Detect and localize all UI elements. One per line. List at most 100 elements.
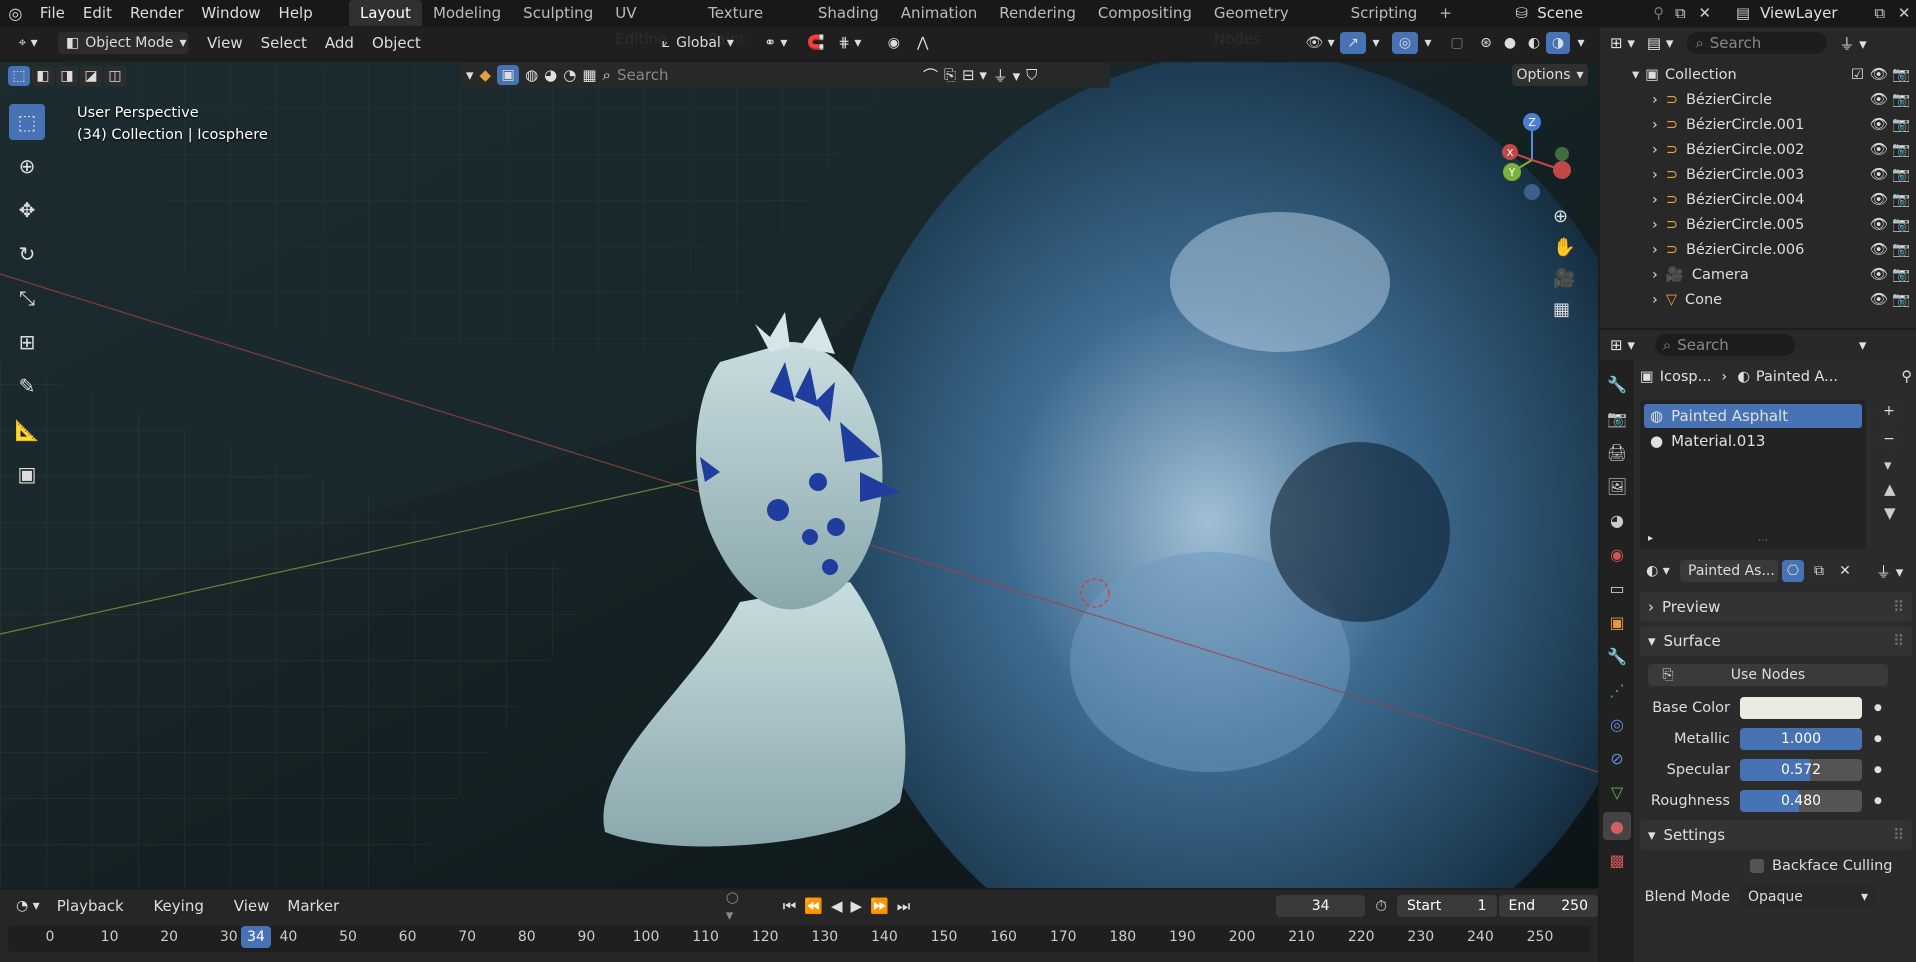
move-up-icon[interactable]: ▲ [1884, 480, 1900, 498]
outliner-item[interactable]: › ▽ Cone 👁 📷 [1600, 287, 1916, 312]
menu-help[interactable]: Help [270, 0, 322, 26]
surface-panel-header[interactable]: ▾ Surface ⠿ [1640, 626, 1912, 656]
chevron-down-icon[interactable]: ▾ [1884, 456, 1900, 474]
browse-material-icon[interactable]: ◐ ▾ [1640, 560, 1676, 582]
chevron-right-icon[interactable]: › [1652, 92, 1658, 108]
3d-viewport[interactable]: ⬚ ⊕ ✥ ↻ ⤡ ⊞ ✎ 📐 ▣ User Perspective (34) … [0, 62, 1598, 888]
preview-panel-header[interactable]: › Preview ⠿ [1640, 592, 1912, 622]
add-workspace-icon[interactable]: + [1428, 0, 1463, 26]
filter-icon[interactable]: ⏚ ▾ [993, 65, 1020, 86]
chevron-right-icon[interactable]: › [1652, 167, 1658, 183]
viewport-menu-add[interactable]: Add [316, 30, 363, 56]
view-layer-icon[interactable]: ▤ [1726, 4, 1760, 22]
texture-tab-icon[interactable]: ▩ [1603, 846, 1631, 874]
outliner-item[interactable]: › ⊃ BézierCircle.001 👁 📷 [1600, 112, 1916, 137]
outliner-item[interactable]: › ⊃ BézierCircle 👁 📷 [1600, 87, 1916, 112]
select-subtract-icon[interactable]: ◨ [56, 66, 78, 86]
add-slot-icon[interactable]: + [1878, 400, 1900, 422]
pin-icon[interactable]: ⚲ [1901, 369, 1912, 385]
chevron-right-icon[interactable]: › [1652, 217, 1658, 233]
chevron-right-icon[interactable]: › [1652, 292, 1658, 308]
outliner-editor-icon[interactable]: ⊞ ▾ [1610, 34, 1635, 52]
object-tab-icon[interactable]: ▣ [1603, 608, 1631, 636]
keyframe-dot-icon[interactable]: ● [1874, 796, 1882, 806]
eye-icon[interactable]: 👁 [1870, 291, 1888, 308]
snap-target-dropdown[interactable]: ⋕ ▾ [830, 32, 870, 54]
camera-render-icon[interactable]: 📷 [1892, 216, 1910, 233]
axis-gizmo[interactable]: Z X Y [1490, 102, 1580, 202]
viewport-menu-view[interactable]: View [198, 30, 252, 56]
texture-icon[interactable]: ▦ [582, 66, 596, 84]
remove-slot-icon[interactable]: − [1878, 428, 1900, 450]
timeline-ruler[interactable]: 0 10 20 30 40 50 60 70 80 90 100 110 120 130 140 150 160… [8, 926, 1590, 952]
properties-editor-icon[interactable]: ⊞ ▾ [1610, 336, 1635, 354]
output-tab-icon[interactable]: 🖨 [1603, 438, 1631, 466]
delete-view-layer-icon[interactable]: ✕ [1898, 4, 1916, 22]
chevron-down-icon[interactable]: ▾ [466, 66, 474, 84]
tab-scripting[interactable]: Scripting [1340, 0, 1429, 26]
next-keyframe-icon[interactable]: ⏩ [870, 897, 889, 915]
metallic-slider[interactable]: 1.000 [1740, 727, 1862, 750]
visibility-dropdown[interactable]: 👁 ▾ [1300, 32, 1340, 54]
material-slot-item[interactable]: ● Material.013 [1644, 428, 1862, 454]
current-frame-field[interactable]: 34 [1275, 895, 1366, 917]
playhead[interactable]: 34 [241, 926, 271, 948]
collection-tab-icon[interactable]: ▭ [1603, 574, 1631, 602]
jump-start-icon[interactable]: ⏮ [783, 897, 797, 915]
keyframe-dot-icon[interactable]: ● [1874, 765, 1882, 775]
modifier-tab-icon[interactable]: 🔧 [1603, 642, 1631, 670]
drag-handle-icon[interactable]: ⠿ [1893, 598, 1904, 616]
rendered-shading-icon[interactable]: ◑ [1546, 32, 1570, 54]
particles-tab-icon[interactable]: ⋰ [1603, 676, 1631, 704]
roughness-slider[interactable]: 0.480 [1740, 789, 1862, 812]
transform-tool-icon[interactable]: ⊞ [9, 324, 45, 360]
collection-row[interactable]: ▾ ▣ Collection ☑ 👁 📷 [1600, 62, 1916, 87]
outliner-item[interactable]: › ⊃ BézierCircle.002 👁 📷 [1600, 137, 1916, 162]
outliner-item[interactable]: › 🎥 Camera 👁 📷 [1600, 262, 1916, 287]
chevron-right-icon[interactable]: › [1652, 142, 1658, 158]
options-dropdown[interactable]: Options ▾ [1512, 64, 1588, 86]
filter-icon[interactable]: ⏚ ▾ [1876, 561, 1903, 582]
timeline-menu-keying[interactable]: Keying ▾ [144, 893, 224, 941]
snap-toggle[interactable]: 🧲 [802, 32, 830, 54]
keyframe-dot-icon[interactable]: ● [1874, 734, 1882, 744]
select-new-icon[interactable]: ⬚ [8, 66, 30, 86]
orientation-dropdown[interactable]: ⟀ Global ▾ [648, 32, 748, 54]
material-tab-icon[interactable]: ● [1603, 812, 1631, 840]
filter-icon[interactable]: ⏚ ▾ [1839, 33, 1866, 54]
editor-type-button[interactable]: ⌖ ▾ [6, 32, 50, 54]
scene-icon[interactable]: ⛁ [1506, 4, 1537, 22]
eye-icon[interactable]: 👁 [1870, 191, 1888, 208]
tab-texture-paint[interactable]: Texture Paint [697, 0, 807, 48]
end-frame-field[interactable]: End 250 [1498, 895, 1598, 917]
base-color-swatch[interactable] [1740, 696, 1862, 719]
shading-dropdown[interactable]: ▾ [1570, 32, 1592, 54]
outliner-item[interactable]: › ⊃ BézierCircle.005 👁 📷 [1600, 212, 1916, 237]
constraints-tab-icon[interactable]: ⊘ [1603, 744, 1631, 772]
chevron-down-icon[interactable]: ▾ [1859, 336, 1867, 354]
camera-render-icon[interactable]: 📷 [1892, 141, 1910, 158]
outliner-search[interactable]: ⌕ Search [1687, 32, 1828, 54]
solid-shading-icon[interactable]: ● [1498, 32, 1522, 54]
world-icon[interactable]: ◔ [563, 66, 576, 84]
new-view-layer-icon[interactable]: ⧉ [1874, 4, 1898, 22]
viewport-menu-select[interactable]: Select [252, 30, 316, 56]
tab-geometry-nodes[interactable]: Geometry Nodes [1203, 0, 1340, 48]
add-cube-tool-icon[interactable]: ▣ [9, 456, 45, 492]
scene-tab-icon[interactable]: ◕ [1603, 506, 1631, 534]
viewport-menu-object[interactable]: Object [363, 30, 430, 56]
view-layer-name[interactable]: ViewLayer [1760, 4, 1874, 22]
camera-render-icon[interactable]: 📷 [1892, 166, 1910, 183]
view-layer-tab-icon[interactable]: 🖼 [1603, 472, 1631, 500]
new-scene-icon[interactable]: ⧉ [1675, 4, 1699, 22]
unlink-icon[interactable]: ✕ [1834, 560, 1856, 582]
camera-render-icon[interactable]: 📷 [1892, 91, 1910, 108]
chevron-right-icon[interactable]: › [1652, 242, 1658, 258]
select-icon[interactable]: ▣ [497, 65, 520, 85]
tab-animation[interactable]: Animation [890, 0, 988, 26]
sphere-icon[interactable]: ◍ [525, 66, 538, 84]
physics-tab-icon[interactable]: ◎ [1603, 710, 1631, 738]
navigation-gizmo[interactable]: Z X Y [1490, 102, 1580, 202]
jump-end-icon[interactable]: ⏭ [897, 897, 911, 915]
cursor-tool-icon[interactable]: ⊕ [9, 148, 45, 184]
